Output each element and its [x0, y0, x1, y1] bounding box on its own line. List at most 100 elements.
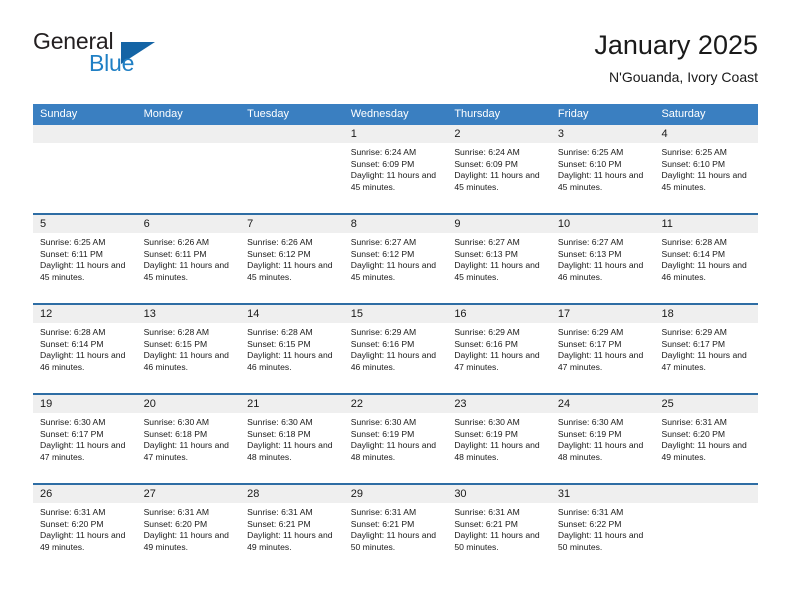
sunrise-text: Sunrise: 6:30 AM	[247, 417, 313, 427]
day-number: 7	[240, 215, 344, 233]
daylight-text: Daylight: 11 hours and 45 minutes.	[247, 260, 333, 282]
sunset-text: Sunset: 6:16 PM	[454, 338, 518, 349]
sunset-text: Sunset: 6:21 PM	[247, 518, 311, 529]
calendar-day-cell[interactable]: 25 Sunrise: 6:31 AM Sunset: 6:20 PM Dayligh…	[654, 395, 759, 483]
day-details: Sunrise: 6:25 AM Sunset: 6:10 PM Daylight:…	[654, 143, 758, 193]
sunrise-text: Sunrise: 6:29 AM	[350, 327, 417, 337]
day-details: Sunrise: 6:25 AM Sunset: 6:10 PM Daylight:…	[551, 143, 655, 193]
calendar-day-cell[interactable]: 11 Sunrise: 6:28 AM Sunset: 6:14 PM Dayligh…	[654, 215, 759, 303]
sunset-text: Sunset: 6:14 PM	[40, 338, 104, 349]
sunset-text: Sunset: 6:09 PM	[350, 158, 415, 169]
sunrise-text: Sunrise: 6:30 AM	[40, 417, 106, 427]
day-details: Sunrise: 6:30 AM Sunset: 6:19 PM Daylight:…	[551, 413, 655, 463]
calendar-grid: Sunday Monday Tuesday Wednesday Thursday Frid…	[33, 104, 759, 573]
calendar-day-cell[interactable]: 4 Sunrise: 6:25 AM Sunset: 6:10 PM Daylight…	[654, 125, 759, 213]
weekday-header-row: Sunday Monday Tuesday Wednesday Thursday Frid…	[33, 104, 758, 125]
sunrise-text: Sunrise: 6:29 AM	[557, 327, 624, 337]
calendar-day-cell[interactable]: 1 Sunrise: 6:24 AM Sunset: 6:09 PM Daylight…	[343, 125, 448, 213]
daylight-text: Daylight: 11 hours and 50 minutes.	[454, 530, 540, 552]
day-details: Sunrise: 6:26 AM Sunset: 6:12 PM Daylight:…	[240, 233, 344, 283]
day-details: Sunrise: 6:27 AM Sunset: 6:12 PM Daylight:…	[344, 233, 448, 283]
daylight-text: Daylight: 11 hours and 45 minutes.	[454, 260, 540, 282]
sunset-text: Sunset: 6:19 PM	[454, 428, 518, 439]
calendar-day-cell[interactable]: 13 Sunrise: 6:28 AM Sunset: 6:15 PM Dayligh…	[136, 305, 241, 393]
calendar-day-cell[interactable]: 24 Sunrise: 6:30 AM Sunset: 6:19 PM Dayligh…	[550, 395, 655, 483]
calendar-day-cell[interactable]: 8 Sunrise: 6:27 AM Sunset: 6:12 PM Daylight…	[343, 215, 448, 303]
daylight-text: Daylight: 11 hours and 46 minutes.	[143, 350, 229, 372]
sunrise-text: Sunrise: 6:29 AM	[661, 327, 727, 337]
calendar-day-cell[interactable]: 17 Sunrise: 6:29 AM Sunset: 6:17 PM Dayligh…	[550, 305, 655, 393]
calendar-day-cell[interactable]: 30 Sunrise: 6:31 AM Sunset: 6:21 PM Dayligh…	[447, 485, 551, 573]
day-number: 8	[343, 215, 448, 233]
daylight-text: Daylight: 11 hours and 48 minutes.	[557, 440, 644, 462]
sunset-text: Sunset: 6:17 PM	[557, 338, 622, 349]
calendar-day-cell[interactable]: 26 Sunrise: 6:31 AM Sunset: 6:20 PM Dayligh…	[33, 485, 137, 573]
day-number: 24	[550, 395, 655, 413]
sunset-text: Sunset: 6:21 PM	[350, 518, 415, 529]
sunrise-text: Sunrise: 6:26 AM	[247, 237, 313, 247]
sunrise-text: Sunrise: 6:29 AM	[454, 327, 520, 337]
calendar-day-cell[interactable]: 28 Sunrise: 6:31 AM Sunset: 6:21 PM Dayligh…	[240, 485, 344, 573]
sunrise-text: Sunrise: 6:28 AM	[247, 327, 313, 337]
calendar-day-cell[interactable]: 5 Sunrise: 6:25 AM Sunset: 6:11 PM Daylight…	[33, 215, 137, 303]
day-number	[654, 485, 759, 503]
calendar-day-cell[interactable]: 18 Sunrise: 6:29 AM Sunset: 6:17 PM Dayligh…	[654, 305, 759, 393]
calendar-day-cell[interactable]: 9 Sunrise: 6:27 AM Sunset: 6:13 PM Daylight…	[447, 215, 551, 303]
calendar-day-cell[interactable]: 7 Sunrise: 6:26 AM Sunset: 6:12 PM Daylight…	[240, 215, 344, 303]
day-number: 12	[33, 305, 137, 323]
day-details: Sunrise: 6:28 AM Sunset: 6:14 PM Daylight:…	[654, 233, 758, 283]
day-details: Sunrise: 6:31 AM Sunset: 6:20 PM Daylight:…	[137, 503, 241, 553]
day-number: 21	[240, 395, 344, 413]
weekday-header-monday: Monday	[143, 108, 183, 120]
calendar-day-cell[interactable]: 23 Sunrise: 6:30 AM Sunset: 6:19 PM Dayligh…	[447, 395, 551, 483]
calendar-day-cell[interactable]: 27 Sunrise: 6:31 AM Sunset: 6:20 PM Dayligh…	[136, 485, 241, 573]
calendar-day-cell[interactable]: 12 Sunrise: 6:28 AM Sunset: 6:14 PM Dayligh…	[33, 305, 137, 393]
sunrise-text: Sunrise: 6:25 AM	[661, 147, 727, 157]
calendar-day-cell[interactable]: 14 Sunrise: 6:28 AM Sunset: 6:15 PM Dayligh…	[240, 305, 344, 393]
day-details: Sunrise: 6:30 AM Sunset: 6:19 PM Daylight:…	[447, 413, 551, 463]
calendar-day-cell[interactable]: 3 Sunrise: 6:25 AM Sunset: 6:10 PM Daylight…	[550, 125, 655, 213]
calendar-day-cell[interactable]: 29 Sunrise: 6:31 AM Sunset: 6:21 PM Dayligh…	[343, 485, 448, 573]
calendar-day-cell[interactable]: 10 Sunrise: 6:27 AM Sunset: 6:13 PM Dayligh…	[550, 215, 655, 303]
day-number: 1	[343, 125, 448, 143]
day-details: Sunrise: 6:30 AM Sunset: 6:19 PM Daylight:…	[344, 413, 448, 463]
calendar-day-cell[interactable]: 31 Sunrise: 6:31 AM Sunset: 6:22 PM Dayligh…	[550, 485, 655, 573]
day-number: 26	[33, 485, 137, 503]
day-number: 22	[343, 395, 448, 413]
day-details: Sunrise: 6:29 AM Sunset: 6:17 PM Daylight:…	[551, 323, 655, 373]
day-details: Sunrise: 6:29 AM Sunset: 6:16 PM Daylight:…	[344, 323, 448, 373]
calendar-day-cell[interactable]: 19 Sunrise: 6:30 AM Sunset: 6:17 PM Dayligh…	[33, 395, 137, 483]
day-details: Sunrise: 6:28 AM Sunset: 6:15 PM Daylight:…	[240, 323, 344, 373]
day-details: Sunrise: 6:25 AM Sunset: 6:11 PM Daylight:…	[33, 233, 137, 283]
calendar-day-cell[interactable]: 6 Sunrise: 6:26 AM Sunset: 6:11 PM Daylight…	[136, 215, 241, 303]
weekday-header-thursday: Thursday	[454, 108, 501, 120]
sunset-text: Sunset: 6:15 PM	[143, 338, 208, 349]
calendar-day-cell[interactable]: 15 Sunrise: 6:29 AM Sunset: 6:16 PM Dayligh…	[343, 305, 448, 393]
calendar-day-cell[interactable]: 16 Sunrise: 6:29 AM Sunset: 6:16 PM Dayligh…	[447, 305, 551, 393]
day-details: Sunrise: 6:28 AM Sunset: 6:14 PM Daylight:…	[33, 323, 137, 373]
sunset-text: Sunset: 6:20 PM	[40, 518, 104, 529]
daylight-text: Daylight: 11 hours and 47 minutes.	[40, 440, 126, 462]
calendar-week-row: 19 Sunrise: 6:30 AM Sunset: 6:17 PM Dayligh…	[33, 393, 759, 483]
sunrise-text: Sunrise: 6:24 AM	[454, 147, 520, 157]
day-number: 25	[654, 395, 759, 413]
day-number: 18	[654, 305, 759, 323]
sunrise-text: Sunrise: 6:28 AM	[661, 237, 727, 247]
sunset-text: Sunset: 6:13 PM	[557, 248, 622, 259]
calendar-day-cell[interactable]: 22 Sunrise: 6:30 AM Sunset: 6:19 PM Dayligh…	[343, 395, 448, 483]
day-number	[33, 125, 137, 143]
calendar-day-cell-empty	[240, 125, 344, 213]
sunrise-text: Sunrise: 6:31 AM	[454, 507, 520, 517]
sunset-text: Sunset: 6:21 PM	[454, 518, 518, 529]
calendar-day-cell[interactable]: 2 Sunrise: 6:24 AM Sunset: 6:09 PM Daylight…	[447, 125, 551, 213]
sunset-text: Sunset: 6:15 PM	[247, 338, 311, 349]
day-details: Sunrise: 6:29 AM Sunset: 6:17 PM Daylight:…	[654, 323, 758, 373]
calendar-day-cell[interactable]: 20 Sunrise: 6:30 AM Sunset: 6:18 PM Dayligh…	[136, 395, 241, 483]
day-details: Sunrise: 6:31 AM Sunset: 6:20 PM Daylight:…	[33, 503, 137, 553]
day-number: 30	[447, 485, 551, 503]
sunset-text: Sunset: 6:16 PM	[350, 338, 415, 349]
sunrise-text: Sunrise: 6:26 AM	[143, 237, 210, 247]
sunset-text: Sunset: 6:17 PM	[40, 428, 104, 439]
sunset-text: Sunset: 6:22 PM	[557, 518, 622, 529]
calendar-day-cell[interactable]: 21 Sunrise: 6:30 AM Sunset: 6:18 PM Dayligh…	[240, 395, 344, 483]
